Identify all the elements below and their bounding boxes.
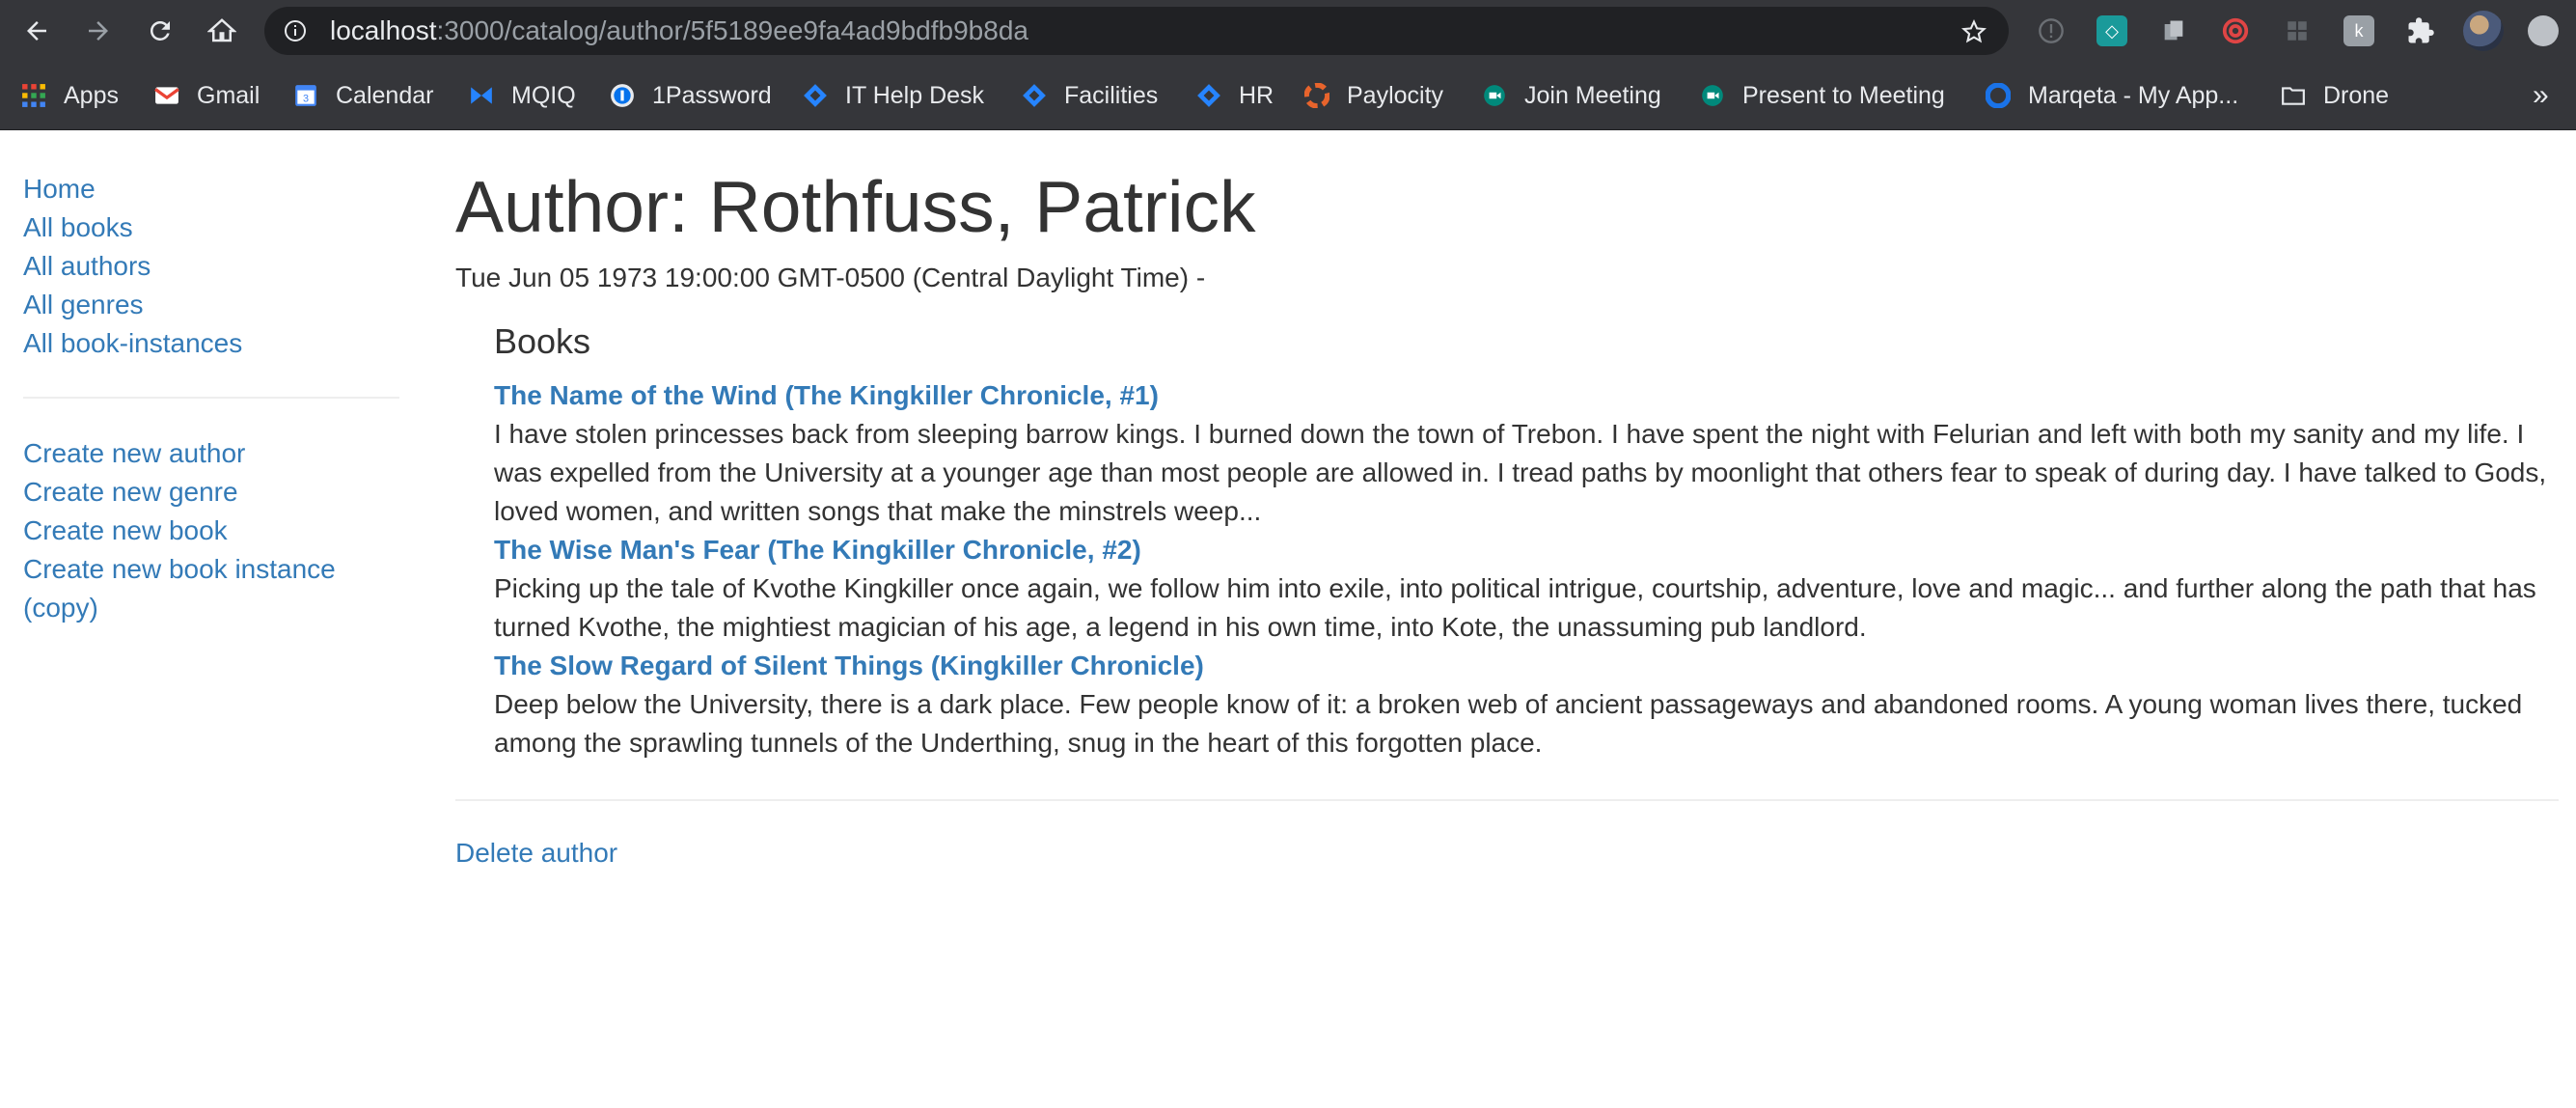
book-list: The Name of the Wind (The Kingkiller Chr… [494,376,2559,762]
bookmark-calendar[interactable]: 3 Calendar [293,62,433,129]
bookmark-1password[interactable]: 1Password [610,62,772,129]
bookmark-label: HR [1239,81,1274,109]
bookmarks-overflow-button[interactable]: » [2533,62,2549,129]
bookmark-folder-drone[interactable]: Drone [2281,62,2389,129]
books-section: Books The Name of the Wind (The Kingkill… [494,320,2559,762]
bookmark-it-help-desk[interactable]: IT Help Desk [803,62,984,129]
bookmark-facilities[interactable]: Facilities [1022,62,1158,129]
bookmarks-bar: Apps Gmail 3 Calendar MQIQ 1Password IT … [0,62,2576,130]
meet-icon [1702,85,1723,106]
bookmark-label: 1Password [652,81,772,109]
create-book-instance-link[interactable]: Create new book instance (copy) [23,554,336,623]
bookmark-label: Facilities [1064,81,1159,109]
nav-home-link[interactable]: Home [23,174,96,204]
mqiq-icon [471,87,492,104]
books-heading: Books [494,321,591,361]
delete-author-link[interactable]: Delete author [455,838,617,868]
url-text[interactable]: localhost:3000/catalog/author/5f5189ee9f… [330,7,1028,55]
content-divider [455,799,2559,801]
main-content: Author: Rothfuss, Patrick Tue Jun 05 197… [455,160,2559,873]
home-button[interactable] [201,10,243,52]
bookmark-label: Apps [64,81,119,109]
create-genre-link[interactable]: Create new genre [23,477,238,507]
avatar[interactable] [2463,11,2504,51]
sidebar-actions: Create new author Create new genre Creat… [23,434,399,627]
bookmark-label: Calendar [336,81,434,109]
extensions-puzzle-icon[interactable] [2405,15,2436,46]
sidebar: Home All books All authors All genres Al… [23,170,399,627]
url-host: localhost [330,15,437,45]
bookmark-star-icon[interactable] [1960,18,1987,50]
nav-all-genres-link[interactable]: All genres [23,290,144,319]
back-arrow-icon [27,21,46,41]
profile-update-icon[interactable] [2528,15,2559,46]
sidebar-nav: Home All books All authors All genres Al… [23,170,399,363]
extension-k-icon[interactable]: k [2343,15,2374,46]
create-book-link[interactable]: Create new book [23,515,228,545]
book-item: The Name of the Wind (The Kingkiller Chr… [494,376,2559,531]
home-icon [207,18,236,42]
meet-icon [1484,85,1505,106]
gmail-icon [154,87,179,104]
bookmark-label: Present to Meeting [1742,81,1945,109]
1password-icon [611,84,634,107]
reload-button[interactable] [139,10,181,52]
forward-arrow-icon [89,21,108,41]
jira-icon [804,84,827,107]
extension-grid-icon[interactable] [2282,15,2313,46]
page-title: Author: Rothfuss, Patrick [455,166,1256,247]
calendar-icon: 3 [295,85,316,106]
bookmark-mqiq[interactable]: MQIQ [469,62,576,129]
book-item: The Wise Man's Fear (The Kingkiller Chro… [494,531,2559,647]
folder-icon [2282,87,2305,105]
bookmark-label: Drone [2323,81,2390,109]
reload-icon [150,20,170,41]
bookmark-gmail[interactable]: Gmail [154,62,260,129]
bookmark-label: Gmail [197,81,260,109]
jira-icon [1023,84,1046,107]
extension-teal-icon[interactable]: ◇ [2096,15,2127,46]
svg-text:3: 3 [303,94,309,105]
jira-icon [1197,84,1220,107]
extension-docs-icon[interactable] [2158,15,2189,46]
book-title-link[interactable]: The Slow Regard of Silent Things (Kingki… [494,647,2559,685]
nav-all-book-instances-link[interactable]: All book-instances [23,328,242,358]
bookmark-label: Join Meeting [1524,81,1661,109]
bookmark-marqeta[interactable]: Marqeta - My App... [1986,62,2238,129]
bookmark-label: MQIQ [511,81,576,109]
extension-info-icon[interactable] [2036,15,2067,46]
book-summary: Deep below the University, there is a da… [494,689,2523,758]
create-author-link[interactable]: Create new author [23,438,245,468]
bookmark-join-meeting[interactable]: Join Meeting [1482,62,1661,129]
book-summary: I have stolen princesses back from sleep… [494,419,2547,526]
bookmark-label: IT Help Desk [845,81,985,109]
sidebar-divider [23,397,399,399]
address-bar[interactable]: localhost:3000/catalog/author/5f5189ee9f… [264,7,2009,55]
site-info-icon[interactable] [284,19,307,47]
extension-spiral-icon[interactable] [2220,15,2251,46]
book-summary: Picking up the tale of Kvothe Kingkiller… [494,573,2536,642]
okta-icon [1986,83,2011,108]
back-button[interactable] [15,10,58,52]
nav-all-authors-link[interactable]: All authors [23,251,151,281]
bookmark-present-to-meeting[interactable]: Present to Meeting [1700,62,1945,129]
bookmark-label: Marqeta - My App... [2028,81,2239,109]
book-title-link[interactable]: The Name of the Wind (The Kingkiller Chr… [494,376,2559,415]
apps-grid-icon [22,84,45,107]
bookmark-apps[interactable]: Apps [21,62,119,129]
author-dates: Tue Jun 05 1973 19:00:00 GMT-0500 (Centr… [455,263,1206,292]
nav-all-books-link[interactable]: All books [23,212,133,242]
book-item: The Slow Regard of Silent Things (Kingki… [494,647,2559,762]
url-path: :3000/catalog/author/5f5189ee9fa4ad9bdfb… [436,15,1028,45]
bookmark-label: Paylocity [1347,81,1444,109]
bookmark-paylocity[interactable]: Paylocity [1304,62,1443,129]
paylocity-icon [1304,83,1329,108]
browser-toolbar: localhost:3000/catalog/author/5f5189ee9f… [0,0,2576,62]
book-title-link[interactable]: The Wise Man's Fear (The Kingkiller Chro… [494,531,2559,569]
forward-button[interactable] [77,10,120,52]
bookmark-hr[interactable]: HR [1196,62,1274,129]
